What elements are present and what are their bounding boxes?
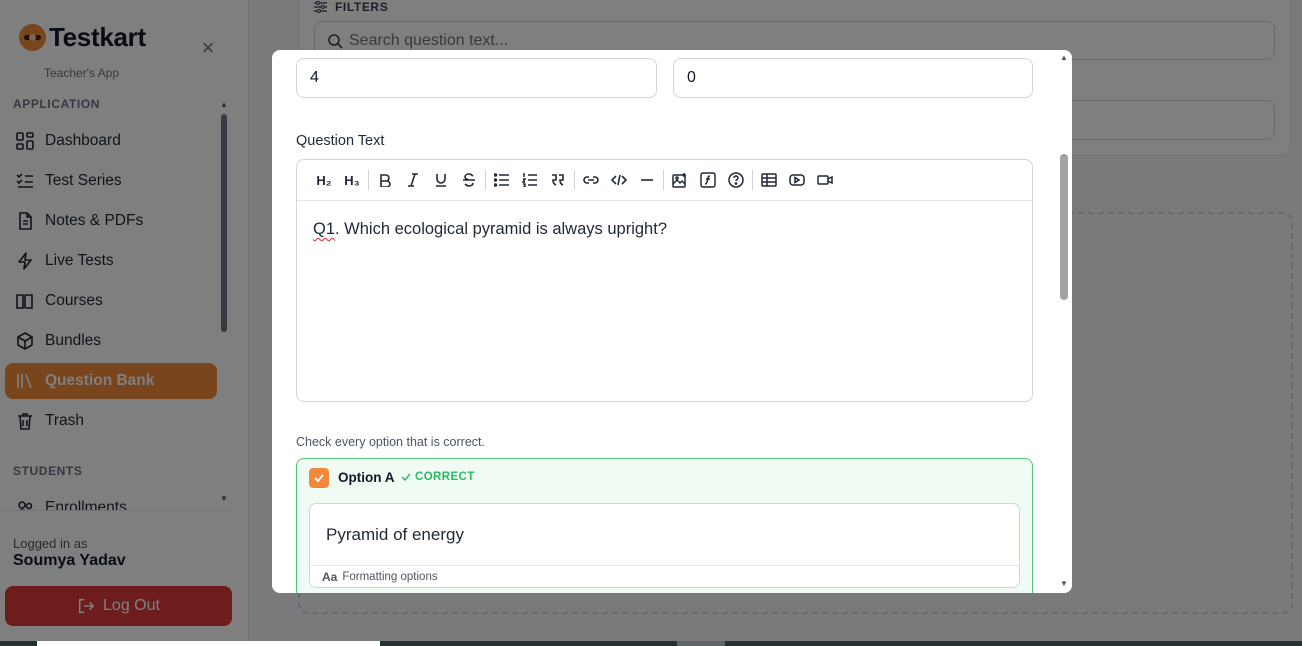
formatting-options-label: Formatting options <box>342 570 438 583</box>
option-card-a: Option A CORRECT Pyramid of energy Aa Fo… <box>296 458 1033 593</box>
link-icon <box>583 176 599 184</box>
horizontal-rule-icon <box>641 179 653 181</box>
marks-input[interactable]: 4 <box>296 58 657 98</box>
formula-icon <box>700 172 716 188</box>
link-button[interactable] <box>577 168 605 192</box>
image-icon <box>672 173 686 188</box>
strikethrough-icon <box>463 173 475 187</box>
toolbar-divider <box>663 170 664 190</box>
check-icon <box>401 473 411 482</box>
horizontal-rule-button[interactable] <box>633 168 661 192</box>
question-editor[interactable]: H₂ H₃ Q1. Which ecological pyramid is al… <box>296 159 1033 402</box>
question-content[interactable]: Q1. Which ecological pyramid is always u… <box>313 220 667 239</box>
taskbar-segment <box>677 641 725 646</box>
formatting-options-toggle[interactable]: Aa Formatting options <box>310 565 1019 587</box>
taskbar <box>0 641 1302 646</box>
heading-2-label: H₂ <box>316 172 332 188</box>
insert-video-button[interactable] <box>811 168 839 192</box>
option-title: Option A <box>338 470 395 485</box>
ordered-list-button[interactable] <box>516 168 544 192</box>
help-circle-icon <box>728 172 744 188</box>
code-icon <box>611 174 627 186</box>
question-number: Q1 <box>313 220 336 238</box>
editor-toolbar: H₂ H₃ <box>297 160 1032 201</box>
bullet-list-icon <box>494 173 509 187</box>
code-button[interactable] <box>605 168 633 192</box>
question-text-label: Question Text <box>296 133 385 149</box>
text-format-icon: Aa <box>322 569 338 584</box>
scroll-down-icon[interactable]: ▼ <box>1058 579 1070 588</box>
marks-value: 4 <box>310 69 319 86</box>
bold-icon <box>380 174 391 187</box>
bold-button[interactable] <box>371 168 399 192</box>
ordered-list-icon <box>522 173 537 187</box>
option-text: Pyramid of energy <box>326 525 464 544</box>
question-editor-modal: 4 0 Question Text H₂ H₃ Q1. Which ecolog… <box>272 50 1072 593</box>
option-editor[interactable]: Pyramid of energy Aa Formatting options <box>309 503 1020 588</box>
toolbar-divider <box>574 170 575 190</box>
toolbar-divider <box>752 170 753 190</box>
toolbar-divider <box>485 170 486 190</box>
heading-3-button[interactable]: H₃ <box>338 168 366 192</box>
insert-formula-button[interactable] <box>694 168 722 192</box>
italic-icon <box>408 173 418 187</box>
underline-button[interactable] <box>427 168 455 192</box>
strikethrough-button[interactable] <box>455 168 483 192</box>
insert-table-button[interactable] <box>755 168 783 192</box>
quote-icon <box>552 174 564 186</box>
check-icon <box>314 474 324 483</box>
taskbar-segment <box>37 641 380 646</box>
video-icon <box>817 175 833 185</box>
negative-marks-input[interactable]: 0 <box>673 58 1033 98</box>
insert-question-button[interactable] <box>722 168 750 192</box>
scroll-up-icon[interactable]: ▲ <box>1058 53 1070 62</box>
correct-badge: CORRECT <box>401 471 475 483</box>
negative-marks-value: 0 <box>687 69 696 86</box>
bullet-list-button[interactable] <box>488 168 516 192</box>
italic-button[interactable] <box>399 168 427 192</box>
table-icon <box>761 173 777 187</box>
toolbar-divider <box>368 170 369 190</box>
correct-checkbox[interactable] <box>309 468 329 488</box>
insert-image-button[interactable] <box>666 168 694 192</box>
options-hint: Check every option that is correct. <box>296 435 485 449</box>
underline-icon <box>436 174 446 187</box>
heading-2-button[interactable]: H₂ <box>310 168 338 192</box>
heading-3-label: H₃ <box>344 172 360 188</box>
blockquote-button[interactable] <box>544 168 572 192</box>
modal-scrollbar[interactable]: ▲ ▼ <box>1058 50 1072 593</box>
insert-youtube-button[interactable] <box>783 168 811 192</box>
correct-label: CORRECT <box>415 471 475 483</box>
modal-scroll-thumb[interactable] <box>1060 154 1068 300</box>
youtube-icon <box>789 174 805 186</box>
question-body: . Which ecological pyramid is always upr… <box>335 220 667 238</box>
